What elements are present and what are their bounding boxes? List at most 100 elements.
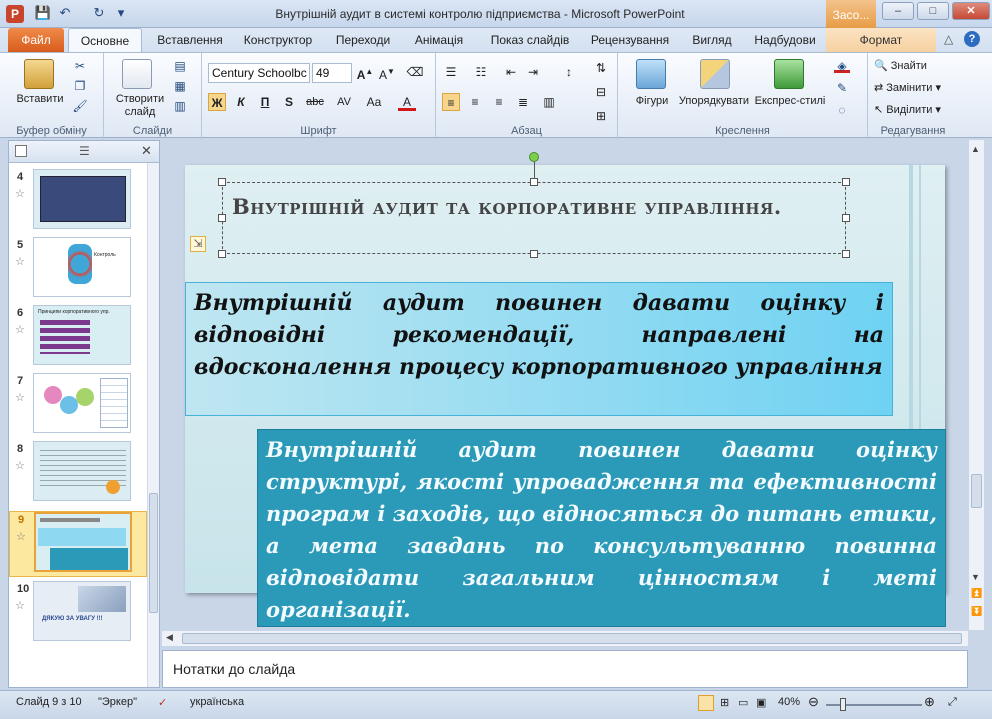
tab-slide-show[interactable]: Показ слайдів [482,28,578,52]
decrease-indent-icon[interactable]: ⇤ [502,63,520,81]
resize-handle[interactable] [842,250,850,258]
close-panel-icon[interactable]: ✕ [141,143,152,159]
resize-handle[interactable] [218,178,226,186]
slide-show-icon[interactable]: ▣ [756,696,766,709]
shapes-icon[interactable] [636,59,666,89]
normal-view-icon[interactable] [698,695,714,711]
language-indicator[interactable]: українська [190,696,244,708]
slide-thumb-row[interactable]: 6 ☆ Принципи корпоративного упр. [9,305,147,373]
char-spacing-button[interactable]: AV [332,93,356,111]
layout-icon[interactable]: ▤ [172,59,188,73]
resize-handle[interactable] [218,214,226,222]
shape-fill-icon[interactable]: ◈ [834,59,850,73]
strikethrough-button[interactable]: abc [302,93,328,111]
find-button[interactable]: 🔍 Знайти [874,59,927,72]
help-icon[interactable]: ? [964,31,980,47]
app-icon[interactable]: P [6,5,24,23]
slide-thumb-row[interactable]: 7 ☆ [9,373,147,441]
numbering-icon[interactable]: ☷ [472,63,490,81]
align-center-icon[interactable]: ≡ [466,93,484,111]
save-icon[interactable]: 💾 [34,4,52,22]
slides-tab-icon[interactable] [15,145,27,157]
underline-button[interactable]: П [256,93,274,111]
close-button[interactable]: ✕ [952,2,990,20]
context-tab-drawing-tools[interactable]: Засо... [826,0,876,28]
redo-icon[interactable]: ↻ [90,4,108,22]
slide-thumbnail[interactable] [34,512,132,572]
previous-slide-icon[interactable]: ⏫ [971,588,982,599]
font-name-combo[interactable]: Century Schoolbc [208,63,310,83]
change-case-button[interactable]: Aa [362,93,386,111]
align-text-icon[interactable]: ⊟ [592,83,610,101]
shrink-font-icon[interactable]: A▼ [378,63,396,82]
clear-format-icon[interactable]: ⌫ [406,63,424,81]
slide-thumb-row[interactable]: 4 ☆ [9,169,147,237]
justify-icon[interactable]: ≣ [514,93,532,111]
zoom-in-icon[interactable]: ⊕ [924,694,935,710]
slide-thumbnail[interactable]: Принципи корпоративного упр. [33,305,131,365]
scroll-up-icon[interactable]: ▲ [971,144,980,154]
maximize-button[interactable]: □ [917,2,949,20]
increase-indent-icon[interactable]: ⇥ [524,63,542,81]
tab-format[interactable]: Формат [826,28,936,52]
grow-font-icon[interactable]: A▲ [356,63,374,82]
slide-thumb-row[interactable]: 8 ☆ [9,441,147,509]
text-direction-icon[interactable]: ⇅ [592,59,610,77]
tab-insert[interactable]: Вставлення [150,28,230,52]
resize-handle[interactable] [842,214,850,222]
line-spacing-icon[interactable]: ↕ [560,63,578,81]
qat-customize-icon[interactable]: ▾ [112,4,130,22]
font-color-button[interactable]: A [398,93,416,111]
spellcheck-icon[interactable]: ✓ [158,696,167,709]
tab-file[interactable]: Файл [8,28,64,52]
outline-tab-icon[interactable]: ☰ [79,144,90,158]
tab-transitions[interactable]: Переходи [328,28,398,52]
copy-icon[interactable]: ❐ [72,79,88,93]
paste-icon[interactable] [24,59,54,89]
fit-to-window-icon[interactable]: ⤢ [948,696,957,709]
arrange-icon[interactable] [700,59,730,89]
tab-view[interactable]: Вигляд [684,28,740,52]
align-left-icon[interactable]: ≡ [442,93,460,111]
reset-icon[interactable]: ▦ [172,79,188,93]
zoom-out-icon[interactable]: ⊖ [808,694,819,710]
smartart-icon[interactable]: ⊞ [592,107,610,125]
slide-thumbnail[interactable] [33,169,131,229]
reading-view-icon[interactable]: ▭ [738,696,748,709]
paste-button[interactable]: Вставити [10,93,70,105]
align-right-icon[interactable]: ≡ [490,93,508,111]
shape-effects-icon[interactable]: ◌ [834,103,850,117]
font-size-combo[interactable]: 49 [312,63,352,83]
zoom-slider-thumb[interactable] [840,698,846,711]
resize-handle[interactable] [842,178,850,186]
scroll-thumb[interactable] [149,493,158,613]
quick-styles-button[interactable]: Експрес-стилі [752,95,828,107]
panel-scrollbar[interactable] [147,163,159,687]
scroll-down-icon[interactable]: ▼ [971,572,980,582]
vertical-scrollbar[interactable]: ▲ ▼ ⏫ ⏬ [968,140,984,630]
tab-animations[interactable]: Анімація [406,28,472,52]
shadow-button[interactable]: S [280,93,298,111]
slide-thumbnail[interactable]: Контроль [33,237,131,297]
horizontal-scrollbar[interactable]: ◀ [162,630,968,646]
undo-icon[interactable]: ↶ [56,4,74,22]
autofit-options-icon[interactable]: ⇲ [190,236,206,252]
resize-handle[interactable] [530,178,538,186]
slide-thumbnail[interactable]: ДЯКУЮ ЗА УВАГУ !!! [33,581,131,641]
theme-name[interactable]: "Эркер" [98,696,137,708]
arrange-button[interactable]: Упорядкувати [674,95,754,107]
format-painter-icon[interactable]: 🖌 [72,99,88,113]
shape-outline-icon[interactable]: ✎ [834,81,850,95]
tab-design[interactable]: Конструктор [236,28,320,52]
scroll-thumb[interactable] [971,474,982,508]
tab-home[interactable]: Основне [68,28,142,52]
resize-handle[interactable] [218,250,226,258]
zoom-level[interactable]: 40% [778,696,800,708]
replace-button[interactable]: ⇄ Замінити ▾ [874,81,941,94]
resize-handle[interactable] [530,250,538,258]
slide-sorter-icon[interactable]: ⊞ [720,696,729,709]
italic-button[interactable]: К [232,93,250,111]
next-slide-icon[interactable]: ⏬ [971,606,982,617]
scroll-thumb[interactable] [182,633,962,644]
slide-thumbnail[interactable] [33,373,131,433]
